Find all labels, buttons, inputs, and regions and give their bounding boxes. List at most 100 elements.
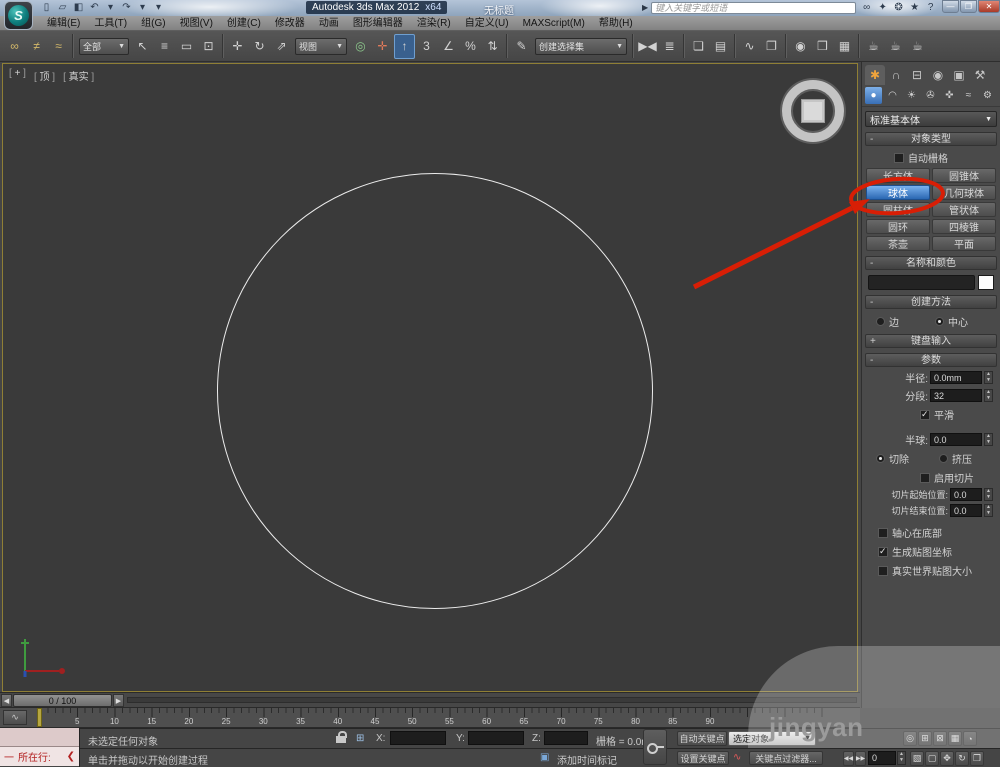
helpers-category-button[interactable]: ✜ xyxy=(941,87,958,104)
named-selection-sets-dropdown[interactable]: 创建选择集 ▼ xyxy=(535,37,627,55)
search-binoculars-button[interactable]: ∞ xyxy=(859,1,874,14)
open-mini-curve-editor-button[interactable]: ∿ xyxy=(3,710,27,725)
render-iterative-button[interactable]: ☕ xyxy=(885,34,906,59)
spinner-snap-toggle-button[interactable]: ⇅ xyxy=(482,34,503,59)
systems-category-button[interactable]: ⚙ xyxy=(979,87,996,104)
object-type-button[interactable]: 圆环 xyxy=(866,219,930,234)
slice-from-spinner[interactable]: ▲ ▼ xyxy=(984,488,993,501)
viewport-view-menu[interactable]: 顶 xyxy=(34,68,55,83)
window-crossing-toggle-button[interactable]: ⊡ xyxy=(198,34,219,59)
shapes-category-button[interactable]: ◠ xyxy=(884,87,901,104)
time-configuration-button[interactable]: ◔ xyxy=(963,731,977,746)
key-mode-dropdown[interactable]: 选定对象 ▼ xyxy=(728,731,816,746)
primitive-type-dropdown[interactable]: 标准基本体 ▼ xyxy=(865,111,997,127)
object-type-button[interactable]: 球体 xyxy=(866,185,930,200)
motion-tab-button[interactable]: ◉ xyxy=(928,65,948,85)
autogrid-checkbox[interactable] xyxy=(894,152,904,163)
menu-item-1[interactable]: 工具(T) xyxy=(87,16,134,31)
object-type-button[interactable]: 圆柱体 xyxy=(866,202,930,217)
close-button[interactable]: ✕ xyxy=(978,0,1000,13)
select-and-move-button[interactable]: ✛ xyxy=(227,34,248,59)
next-frame-button[interactable]: ▶ xyxy=(113,694,124,707)
subscription-key-button[interactable]: ✦ xyxy=(875,1,890,14)
create-tab-button[interactable]: ✱ xyxy=(865,65,885,85)
hierarchy-tab-button[interactable]: ⊟ xyxy=(907,65,927,85)
cameras-category-button[interactable]: ✇ xyxy=(922,87,939,104)
maxscript-mini-listener[interactable]: 一 所在行: ❮ xyxy=(0,728,80,767)
selection-filter-dropdown[interactable]: 全部 ▼ xyxy=(79,37,129,55)
default-tangents-icon[interactable]: ∿ xyxy=(733,752,741,763)
reference-coordinate-system-dropdown[interactable]: 视图 ▼ xyxy=(295,37,347,55)
select-object-button[interactable]: ↖ xyxy=(132,34,153,59)
align-button[interactable]: ≣ xyxy=(659,34,680,59)
curve-editor-button[interactable]: ∿ xyxy=(739,34,760,59)
object-type-button[interactable]: 管状体 xyxy=(932,202,996,217)
menu-item-4[interactable]: 创建(C) xyxy=(220,16,268,31)
search-input[interactable] xyxy=(651,1,857,14)
pan-view-button[interactable]: ✥ xyxy=(940,751,954,766)
rollout-object-type[interactable]: - 对象类型 xyxy=(865,132,997,146)
zoom-all-views-button[interactable]: ⊞ xyxy=(918,731,932,746)
render-production-button[interactable]: ☕ xyxy=(863,34,884,59)
select-and-link-button[interactable]: ∞ xyxy=(4,34,25,59)
select-and-rotate-button[interactable]: ↻ xyxy=(249,34,270,59)
undo-dropdown-button[interactable]: ▾ xyxy=(104,1,117,14)
menu-item-10[interactable]: MAXScript(M) xyxy=(516,16,592,31)
zoom-extents-all-button[interactable]: ▦ xyxy=(948,731,962,746)
manage-layers-button[interactable]: ❏ xyxy=(688,34,709,59)
listener-bottom-pane[interactable]: 一 所在行: ❮ xyxy=(0,747,79,766)
maximize-viewport-toggle-button[interactable]: ❐ xyxy=(970,751,984,766)
menu-item-7[interactable]: 图形编辑器 xyxy=(346,16,410,31)
utilities-tab-button[interactable]: ⚒ xyxy=(970,65,990,85)
go-to-start-button[interactable]: ◀◀ xyxy=(843,751,854,766)
y-coordinate-field[interactable] xyxy=(468,731,524,745)
zoom-region-button[interactable]: ▧ xyxy=(910,751,924,766)
render-flyout-button[interactable]: ☕ xyxy=(907,34,928,59)
new-scene-button[interactable]: ▯ xyxy=(40,1,53,14)
rollout-creation-method[interactable]: - 创建方法 xyxy=(865,295,997,309)
use-pivot-point-center-button[interactable]: ◎ xyxy=(350,34,371,59)
display-tab-button[interactable]: ▣ xyxy=(949,65,969,85)
maximize-button[interactable]: ❐ xyxy=(960,0,977,13)
object-type-button[interactable]: 茶壶 xyxy=(866,236,930,251)
undo-button[interactable]: ↶ xyxy=(88,1,101,14)
edge-radio[interactable] xyxy=(876,317,885,326)
rendered-frame-window-button[interactable]: ▦ xyxy=(834,34,855,59)
object-type-button[interactable]: 平面 xyxy=(932,236,996,251)
object-name-input[interactable] xyxy=(868,275,975,290)
object-type-button[interactable]: 几何球体 xyxy=(932,185,996,200)
object-type-button[interactable]: 四棱锥 xyxy=(932,219,996,234)
unlink-selection-button[interactable]: ≠ xyxy=(26,34,47,59)
x-coordinate-field[interactable] xyxy=(390,731,446,745)
current-frame-field[interactable]: 0 xyxy=(868,751,896,765)
smooth-checkbox[interactable] xyxy=(920,409,930,420)
auto-key-button[interactable]: 自动关键点 xyxy=(677,731,727,746)
select-by-name-button[interactable]: ≡ xyxy=(154,34,175,59)
render-setup-button[interactable]: ❒ xyxy=(812,34,833,59)
previous-frame-button[interactable]: ◀ xyxy=(1,694,12,707)
rollout-keyboard-entry[interactable]: + 键盘输入 xyxy=(865,334,997,348)
absolute-mode-icon[interactable]: ⊞ xyxy=(356,733,364,744)
snap-toggle-3d-button[interactable]: 3 xyxy=(416,34,437,59)
viewport-shading-menu[interactable]: 真实 xyxy=(63,68,94,83)
communication-center-button[interactable]: ❂ xyxy=(891,1,906,14)
toggle-trackbar-icon[interactable]: ▣ xyxy=(540,752,549,763)
set-key-button[interactable]: 设置关键点 xyxy=(677,751,729,765)
current-frame-marker[interactable] xyxy=(37,708,42,727)
center-radio[interactable] xyxy=(935,317,944,326)
time-slider-handle[interactable]: 0 / 100 xyxy=(13,694,112,707)
menu-item-6[interactable]: 动画 xyxy=(312,16,346,31)
menu-item-0[interactable]: 编辑(E) xyxy=(40,16,87,31)
keyboard-shortcut-override-button[interactable]: ↑ xyxy=(394,33,415,59)
enable-slice-checkbox[interactable] xyxy=(920,472,930,483)
menu-item-11[interactable]: 帮助(H) xyxy=(592,16,640,31)
radius-spinner[interactable]: ▲ ▼ xyxy=(984,371,993,384)
application-menu-button[interactable]: S xyxy=(4,1,33,30)
z-coordinate-field[interactable] xyxy=(544,731,588,745)
segments-spinner[interactable]: ▲ ▼ xyxy=(984,389,993,402)
base-to-pivot-checkbox[interactable] xyxy=(878,527,888,538)
save-file-button[interactable]: ◧ xyxy=(72,1,85,14)
viewcube[interactable] xyxy=(782,80,844,142)
slice-to-field[interactable]: 0.0 xyxy=(950,504,982,517)
zoom-extents-button[interactable]: ⊠ xyxy=(933,731,947,746)
